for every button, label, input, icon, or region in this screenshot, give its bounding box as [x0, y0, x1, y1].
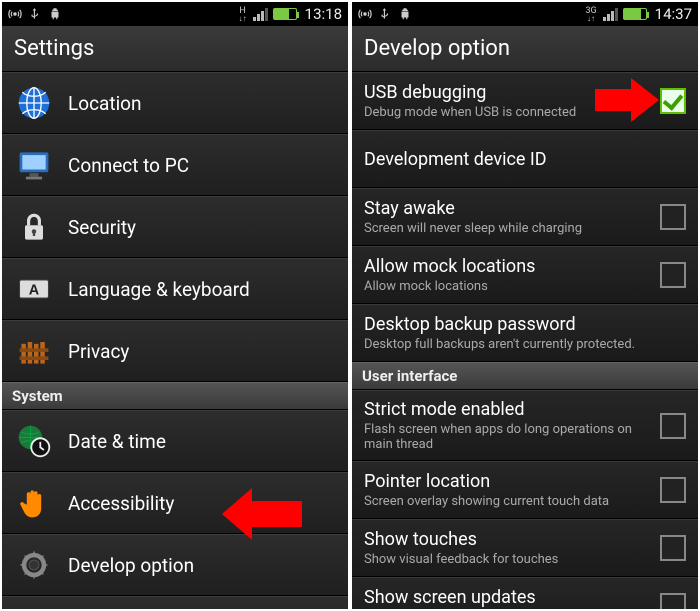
row-title: Allow mock locations	[364, 256, 650, 277]
keyboard-icon: A	[14, 269, 54, 309]
battery-icon	[623, 8, 647, 20]
clock: 14:37	[655, 5, 692, 23]
settings-row-develop[interactable]: Develop option	[2, 534, 348, 596]
page-title: Settings	[2, 26, 348, 72]
row-sub: Show visual feedback for touches	[364, 552, 650, 567]
row-label: Privacy	[68, 340, 129, 363]
section-header-ui: User interface	[352, 362, 698, 390]
android-icon	[398, 7, 412, 21]
monitor-icon	[14, 145, 54, 185]
row-label: Accessibility	[68, 492, 174, 515]
globe-clock-icon	[14, 421, 54, 461]
row-backup-password[interactable]: Desktop backup password Desktop full bac…	[352, 304, 698, 362]
row-title: Strict mode enabled	[364, 399, 650, 420]
status-bar: H ↓↑ 13:18	[2, 2, 348, 26]
checkbox[interactable]	[660, 413, 686, 439]
row-strict-mode[interactable]: Strict mode enabled Flash screen when ap…	[352, 390, 698, 461]
row-label: Connect to PC	[68, 154, 189, 177]
settings-row-privacy[interactable]: Privacy	[2, 320, 348, 382]
settings-row-location[interactable]: Location	[2, 72, 348, 134]
row-stay-awake[interactable]: Stay awake Screen will never sleep while…	[352, 188, 698, 246]
usb-icon	[378, 7, 392, 21]
network-type: H ↓↑	[239, 7, 247, 22]
hotspot-icon	[8, 7, 22, 21]
usb-icon	[28, 7, 42, 21]
row-title: Development device ID	[364, 149, 686, 170]
globe-icon	[14, 83, 54, 123]
info-icon	[14, 607, 54, 609]
annotation-arrow-left	[222, 488, 302, 540]
row-title: Desktop backup password	[364, 314, 686, 335]
checkbox[interactable]	[660, 262, 686, 288]
svg-text:A: A	[29, 282, 40, 298]
row-label: Date & time	[68, 430, 166, 453]
lock-icon	[14, 207, 54, 247]
fence-icon	[14, 331, 54, 371]
row-sub: Desktop full backups aren't currently pr…	[364, 337, 686, 352]
row-title: Pointer location	[364, 471, 650, 492]
checkbox[interactable]	[660, 535, 686, 561]
section-header-system: System	[2, 382, 348, 410]
annotation-arrow-right	[595, 78, 659, 122]
network-type: 3G ↓↑	[585, 7, 596, 22]
row-label: Location	[68, 92, 142, 115]
row-dev-device-id[interactable]: Development device ID	[352, 130, 698, 188]
clock: 13:18	[305, 5, 342, 23]
signal-icon	[253, 7, 269, 21]
row-sub: Screen will never sleep while charging	[364, 221, 650, 236]
settings-row-about[interactable]: About phone	[2, 596, 348, 609]
row-show-updates[interactable]: Show screen updates Flash areas of scree…	[352, 577, 698, 609]
row-sub: Flash screen when apps do long operation…	[364, 422, 650, 452]
settings-row-connect-pc[interactable]: Connect to PC	[2, 134, 348, 196]
hotspot-icon	[358, 7, 372, 21]
row-title: Show screen updates	[364, 587, 650, 608]
gear-icon	[14, 545, 54, 585]
row-title: Show touches	[364, 529, 650, 550]
battery-icon	[273, 8, 297, 20]
settings-row-security[interactable]: Security	[2, 196, 348, 258]
row-sub: Allow mock locations	[364, 279, 650, 294]
phone-left: H ↓↑ 13:18 Settings Location Connect to …	[2, 2, 348, 609]
status-bar: 3G ↓↑ 14:37	[352, 2, 698, 26]
row-sub: Screen overlay showing current touch dat…	[364, 494, 650, 509]
checkbox[interactable]	[660, 477, 686, 503]
row-label: Develop option	[68, 554, 194, 577]
settings-row-datetime[interactable]: Date & time	[2, 410, 348, 472]
checkbox[interactable]	[660, 88, 686, 114]
signal-icon	[603, 7, 619, 21]
android-icon	[48, 7, 62, 21]
row-pointer-location[interactable]: Pointer location Screen overlay showing …	[352, 461, 698, 519]
settings-row-language[interactable]: A Language & keyboard	[2, 258, 348, 320]
row-show-touches[interactable]: Show touches Show visual feedback for to…	[352, 519, 698, 577]
checkbox[interactable]	[660, 204, 686, 230]
develop-list: USB debugging Debug mode when USB is con…	[352, 72, 698, 609]
row-label: Language & keyboard	[68, 278, 250, 301]
hand-icon	[14, 483, 54, 523]
phone-right: 3G ↓↑ 14:37 Develop option USB debugging…	[352, 2, 698, 609]
checkbox[interactable]	[660, 593, 686, 609]
row-title: Stay awake	[364, 198, 650, 219]
page-title: Develop option	[352, 26, 698, 72]
row-label: Security	[68, 216, 136, 239]
row-mock-locations[interactable]: Allow mock locations Allow mock location…	[352, 246, 698, 304]
